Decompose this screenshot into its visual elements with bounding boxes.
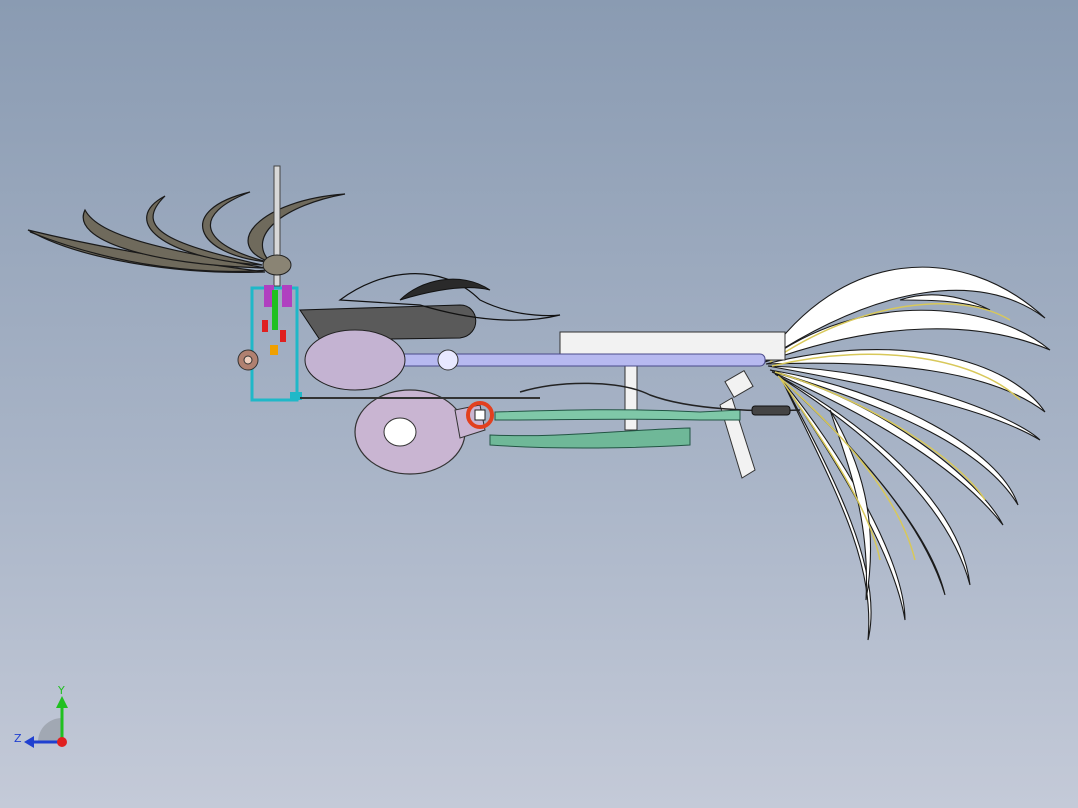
axis-triad[interactable]: Y Z <box>10 684 80 754</box>
head-crest <box>27 191 346 273</box>
crest-hub <box>262 254 292 276</box>
pump-eye <box>383 417 417 447</box>
tail-plume <box>764 266 1051 641</box>
engine-bell <box>304 329 406 391</box>
engine-housing <box>299 304 477 341</box>
lower-hose <box>489 427 691 449</box>
triad-quadrant <box>38 718 62 742</box>
y-axis-label: Y <box>57 684 65 697</box>
hose-clamp <box>751 405 791 416</box>
cad-model-graphic[interactable] <box>0 0 1078 808</box>
z-axis-label: Z <box>14 732 22 745</box>
cad-viewport[interactable]: Y Z <box>0 0 1078 808</box>
x-axis-dot <box>57 737 67 747</box>
rod-joint <box>437 349 459 371</box>
upper-hose <box>494 409 741 421</box>
crest-feather-5 <box>247 193 346 263</box>
